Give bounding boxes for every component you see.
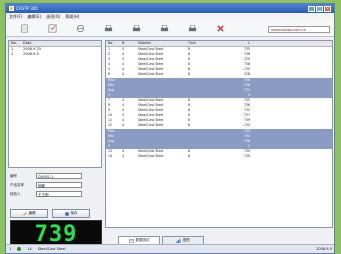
left-panel: No. Date 1 2008-9-25 2 2008-9-5 编号 DX082… [8, 40, 102, 248]
header-date[interactable]: Date [23, 41, 101, 46]
product-field[interactable]: 轴套 [36, 182, 82, 188]
measurement-table[interactable]: No. N Material Tmin L 1 4 Steel/Cast Steel… [105, 40, 333, 228]
list-item[interactable]: 2 2008-9-5 [9, 52, 101, 57]
cell-no: 14 [108, 153, 113, 158]
print-preview-button[interactable] [122, 21, 150, 35]
open-icon [76, 24, 84, 32]
table-row[interactable]: 14 4 Steel/Cast Steel 8 739 [106, 154, 332, 159]
status-ok-icon [17, 247, 22, 251]
print-button[interactable] [94, 21, 122, 35]
col-l[interactable]: L [220, 41, 250, 46]
field-label-product: 产品名称 [10, 182, 24, 187]
header-no[interactable]: No. [9, 41, 23, 46]
status-record: 1 [9, 247, 12, 251]
form-row: 产品名称 轴套 [10, 181, 102, 189]
col-tmin[interactable]: Tmin [188, 41, 220, 46]
app-icon [9, 6, 14, 11]
save-button-label: 保存 [70, 211, 78, 215]
menu-help[interactable]: 帮助(H) [65, 14, 79, 20]
record-date: 2008-9-5 [23, 52, 39, 56]
disk-icon [64, 211, 69, 216]
save-icon [48, 24, 56, 32]
menu-bar: 文件(F) 编辑(E) 选项(O) 帮助(H) [6, 13, 334, 20]
col-no[interactable]: No. [106, 41, 122, 46]
table-body: 1 4 Steel/Cast Steel 8 735 2 4 Steel/Cast Steel… [106, 47, 332, 159]
print-icon [104, 24, 112, 31]
open-button[interactable] [66, 21, 94, 35]
maximize-button[interactable]: □ [316, 5, 323, 12]
print-preview-icon [132, 24, 140, 31]
save-button[interactable] [38, 21, 66, 35]
col-material[interactable]: Material [138, 41, 188, 46]
status-count: 14 [27, 247, 32, 251]
minimize-button[interactable]: _ [308, 5, 315, 12]
status-date: 2008-9-5 [316, 247, 332, 251]
cell-material: Steel/Cast Steel [138, 153, 164, 158]
field-label-inspector: 检验人 [10, 191, 21, 196]
form-row: 编号 DX082-1 [10, 172, 102, 180]
new-icon [21, 24, 27, 32]
tab-data-test-label: 数据测试 [135, 238, 150, 242]
window-controls: _ □ × [308, 5, 331, 12]
inspector-field[interactable]: 王王刚 [36, 191, 82, 197]
edit-button-label: 编辑 [28, 211, 36, 215]
record-list[interactable]: No. Date 1 2008-9-25 2 2008-9-5 [8, 40, 102, 168]
record-no: 2 [11, 52, 14, 56]
number-field[interactable]: DX082-1 [36, 173, 82, 179]
status-bar: 1 14 Steel/Cast Steel 2008-9-5 [6, 244, 334, 253]
website-url[interactable]: www.xiaoqu.com.cn [268, 26, 330, 33]
tab-graph-label: 图形 [183, 238, 190, 242]
pencil-icon [22, 211, 27, 216]
cell-l: 739 [243, 153, 250, 158]
print-setup-button[interactable] [150, 21, 178, 35]
save-record-button[interactable]: 保存 [52, 209, 90, 218]
print-setup-icon [160, 24, 168, 31]
menu-file[interactable]: 文件(F) [9, 14, 22, 20]
cell-n: 4 [122, 153, 125, 158]
form-buttons: 编辑 保存 [10, 209, 90, 218]
window-title: CASTP 300 [16, 6, 38, 11]
toolbar: www.xiaoqu.com.cn [6, 20, 334, 37]
graph-icon [176, 238, 181, 243]
form-row: 检验人 王王刚 [10, 190, 102, 198]
status-right: 2008-9-5 [316, 247, 334, 251]
col-n[interactable]: N [122, 41, 138, 46]
delete-button[interactable] [206, 21, 234, 35]
menu-edit[interactable]: 编辑(E) [27, 14, 41, 20]
new-button[interactable] [10, 21, 38, 35]
status-material: Steel/Cast Steel [37, 247, 66, 251]
print-report-icon [188, 24, 196, 31]
menu-options[interactable]: 选项(O) [46, 14, 60, 20]
delete-icon [216, 24, 224, 32]
table-icon [128, 238, 134, 243]
close-button[interactable]: × [324, 5, 331, 12]
cell-tmin: 8 [188, 153, 191, 158]
measurement-value: 739 [34, 221, 78, 247]
app-window: CASTP 300 _ □ × 文件(F) 编辑(E) 选项(O) 帮助(H) [5, 3, 335, 254]
title-bar: CASTP 300 _ □ × [6, 4, 334, 13]
field-label-number: 编号 [10, 173, 17, 178]
edit-button[interactable]: 编辑 [10, 209, 48, 218]
record-form: 编号 DX082-1 产品名称 轴套 检验人 王王刚 [10, 171, 102, 198]
print-report-button[interactable] [178, 21, 206, 35]
